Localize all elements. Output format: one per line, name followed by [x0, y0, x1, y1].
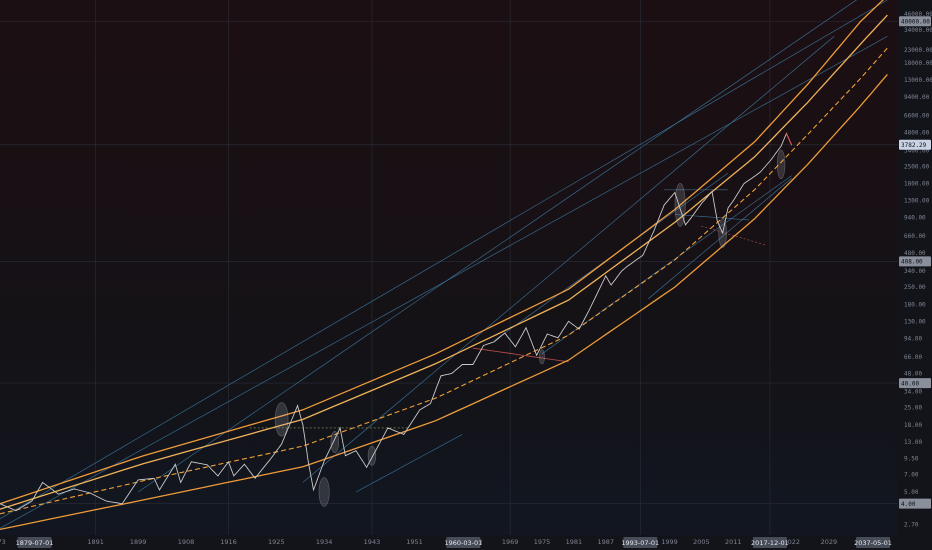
y-tick-label: 1300.00	[904, 198, 930, 205]
upper-curve-line[interactable]	[0, 0, 887, 505]
x-tick-label: 1925	[268, 538, 285, 546]
y-tick-label: 34.00	[904, 389, 922, 396]
x-tick-label: 1981	[566, 538, 583, 546]
x-tick-label: 2029	[821, 538, 838, 546]
x-tick-label: 1934	[316, 538, 333, 546]
y-tick-label: 340.00	[904, 268, 926, 275]
date-badge-label: 1960-03-01	[444, 539, 482, 547]
y-tick-label: 23000.00	[904, 47, 932, 54]
price-badge-label: 40.00	[901, 380, 919, 387]
y-tick-label: 13.00	[904, 439, 922, 446]
y-tick-label: 9400.00	[904, 94, 930, 101]
x-tick-label: 73	[0, 538, 6, 546]
x-tick-label: 1975	[534, 538, 551, 546]
x-tick-label: 1999	[661, 538, 678, 546]
x-tick-label: 1987	[597, 538, 614, 546]
y-tick-label: 180.00	[904, 301, 926, 308]
date-badge-label: 2017-12-01	[751, 539, 789, 547]
trend-line-red[interactable]	[472, 347, 569, 363]
x-tick-label: 1899	[130, 538, 147, 546]
trend-line-red-dashed[interactable]	[701, 225, 766, 246]
x-tick-label: 1969	[502, 538, 519, 546]
trend-line[interactable]	[674, 214, 750, 221]
x-tick-label: 1908	[178, 538, 195, 546]
y-tick-label: 660.00	[904, 233, 926, 240]
y-tick-label: 18.00	[904, 422, 922, 429]
x-tick-label: 1916	[220, 538, 237, 546]
y-tick-label: 13000.00	[904, 77, 932, 84]
y-tick-label: 48.00	[904, 371, 922, 378]
y-tick-label: 1800.00	[904, 181, 930, 188]
y-tick-label: 66.00	[904, 354, 922, 361]
highlight-ellipse[interactable]	[776, 149, 786, 180]
y-tick-label: 250.00	[904, 284, 926, 291]
trend-line[interactable]	[0, 0, 888, 520]
x-tick-label: 2005	[693, 538, 710, 546]
y-tick-label: 18000.00	[904, 60, 932, 67]
highlight-ellipse[interactable]	[539, 349, 545, 365]
mid-curve-line[interactable]	[0, 47, 888, 515]
y-tick-label: 480.00	[904, 250, 926, 257]
price-badge-label: 408.00	[901, 259, 923, 266]
date-badge-label: 1993-07-01	[621, 539, 659, 547]
highlight-ellipse[interactable]	[318, 477, 330, 507]
price-last-move[interactable]	[785, 133, 793, 146]
highlight-ellipse[interactable]	[274, 402, 289, 437]
y-tick-label: 940.00	[904, 215, 926, 222]
y-tick-label: 5.00	[904, 489, 919, 496]
date-badge-label: 2037-05-01	[854, 539, 892, 547]
price-badge-label: 40000.00	[901, 18, 930, 25]
price-badge-label: 4.00	[901, 501, 916, 508]
y-tick-label: 2.70	[904, 521, 919, 528]
highlight-ellipse[interactable]	[330, 430, 339, 454]
date-badge-label: 1879-07-01	[16, 539, 54, 547]
x-tick-label: 1951	[406, 538, 423, 546]
price-badge-label: 3782.29	[901, 142, 927, 149]
upper-curve-2-line[interactable]	[0, 14, 888, 510]
x-tick-label: 1943	[364, 538, 381, 546]
y-tick-label: 6600.00	[904, 113, 930, 120]
highlight-ellipse[interactable]	[674, 183, 686, 227]
y-tick-label: 7.00	[904, 471, 919, 478]
x-tick-label: 1891	[87, 538, 104, 546]
highlight-ellipse[interactable]	[718, 218, 727, 248]
trend-line[interactable]	[138, 0, 887, 493]
trend-line[interactable]	[302, 36, 835, 483]
highlight-ellipse[interactable]	[367, 445, 377, 466]
y-tick-label: 25.00	[904, 405, 922, 412]
y-tick-label: 2500.00	[904, 163, 930, 170]
price-chart[interactable]: 46000.0034000.0023000.0018000.0013000.00…	[0, 0, 932, 550]
y-tick-label: 9.50	[904, 455, 919, 462]
y-tick-label: 4800.00	[904, 129, 930, 136]
x-tick-label: 2011	[725, 538, 742, 546]
y-tick-label: 34000.00	[904, 27, 932, 34]
chart-container[interactable]: 46000.00 34000.00 23000.00 18000.00 13000.00…	[0, 0, 932, 550]
y-tick-label: 130.00	[904, 318, 926, 325]
y-tick-label: 94.00	[904, 335, 922, 342]
